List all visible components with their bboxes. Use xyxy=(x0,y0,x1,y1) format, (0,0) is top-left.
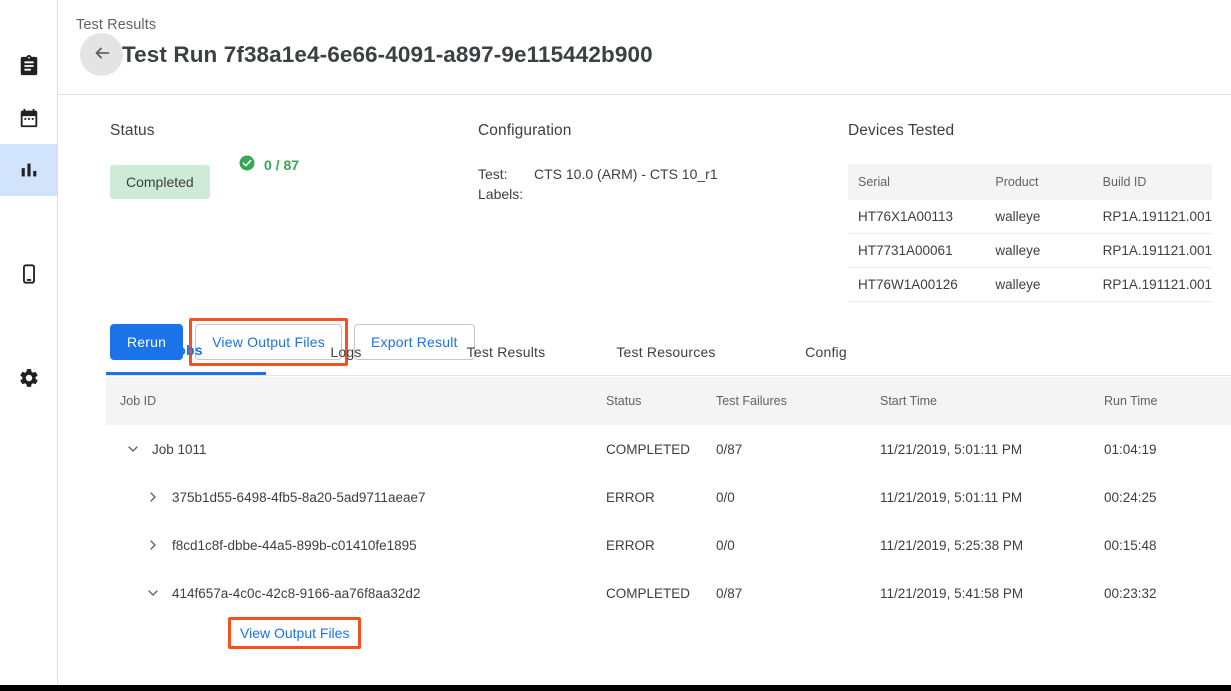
left-nav-rail xyxy=(0,0,58,685)
device-product: walleye xyxy=(985,268,1092,302)
job-test-failures: 0/87 xyxy=(716,586,880,601)
bar-chart-icon xyxy=(18,159,40,181)
chevron-down-icon[interactable] xyxy=(120,441,146,457)
row-view-output-files-link[interactable]: View Output Files xyxy=(228,617,361,649)
rail-spacer xyxy=(0,196,57,248)
table-row[interactable]: f8cd1c8f-dbbe-44a5-899b-c01410fe1895 ERR… xyxy=(106,521,1231,569)
job-status: COMPLETED xyxy=(606,586,716,601)
sidebar-item-test-runs[interactable] xyxy=(0,92,58,144)
table-row[interactable]: 375b1d55-6498-4fb5-8a20-5ad9711aeae7 ERR… xyxy=(106,473,1231,521)
bottom-bar xyxy=(0,685,1231,691)
chevron-right-icon[interactable] xyxy=(140,489,166,505)
configuration-list: Test: CTS 10.0 (ARM) - CTS 10_r1 Labels: xyxy=(478,166,718,202)
job-start-time: 11/21/2019, 5:01:11 PM xyxy=(880,442,1104,457)
devices-table-header-row: Serial Product Build ID xyxy=(848,164,1212,200)
page-header: Test Results Test Run 7f38a1e4-6e66-4091… xyxy=(58,0,1231,95)
job-run-time: 01:04:19 xyxy=(1104,442,1224,457)
devices-col-product: Product xyxy=(985,164,1092,200)
jobs-col-status: Status xyxy=(606,394,716,408)
job-test-failures: 0/0 xyxy=(716,490,880,505)
status-section: Status Completed xyxy=(110,122,210,199)
page-title: Test Run 7f38a1e4-6e66-4091-a897-9e11544… xyxy=(122,42,653,68)
highlight-box-row-view-output-files: View Output Files xyxy=(228,617,361,649)
jobs-col-job-id: Job ID xyxy=(106,394,606,408)
sidebar-item-test-results[interactable] xyxy=(0,144,58,196)
config-value-labels xyxy=(534,186,718,202)
sidebar-item-test-suites[interactable] xyxy=(0,40,58,92)
config-key-labels: Labels: xyxy=(478,186,534,202)
gear-icon xyxy=(18,367,40,389)
table-row[interactable]: 414f657a-4c0c-42c8-9166-aa76f8aa32d2 COM… xyxy=(106,569,1231,617)
jobs-table-header: Job ID Status Test Failures Start Time R… xyxy=(106,377,1231,425)
job-id-label: f8cd1c8f-dbbe-44a5-899b-c01410fe1895 xyxy=(172,538,417,553)
device-build-id: RP1A.191121.001 xyxy=(1093,234,1212,268)
device-product: walleye xyxy=(985,200,1092,234)
rail-spacer xyxy=(0,300,57,352)
tab-logs[interactable]: Logs xyxy=(266,328,426,375)
device-serial: HT76W1A00126 xyxy=(848,268,985,302)
chevron-down-icon[interactable] xyxy=(140,585,166,601)
job-start-time: 11/21/2019, 5:25:38 PM xyxy=(880,538,1104,553)
chevron-right-icon[interactable] xyxy=(140,537,166,553)
check-circle-icon xyxy=(238,154,256,175)
tab-bar: Jobs Logs Test Results Test Resources Co… xyxy=(106,328,1231,376)
tab-test-results[interactable]: Test Results xyxy=(426,328,586,375)
table-row: HT76X1A00113 walleye RP1A.191121.001 xyxy=(848,200,1212,234)
table-row[interactable]: Job 1011 COMPLETED 0/87 11/21/2019, 5:01… xyxy=(106,425,1231,473)
job-status: ERROR xyxy=(606,490,716,505)
job-start-time: 11/21/2019, 5:41:58 PM xyxy=(880,586,1104,601)
device-build-id: RP1A.191121.001 xyxy=(1093,200,1212,234)
job-start-time: 11/21/2019, 5:01:11 PM xyxy=(880,490,1104,505)
pass-count-label: 0 / 87 xyxy=(264,157,299,173)
job-status: ERROR xyxy=(606,538,716,553)
table-row: HT76W1A00126 walleye RP1A.191121.001 xyxy=(848,268,1212,302)
job-run-time: 00:15:48 xyxy=(1104,538,1224,553)
main-content: Status Completed 0 / 87 Configuration Te… xyxy=(58,96,1231,685)
config-key-test: Test: xyxy=(478,166,534,182)
breadcrumb[interactable]: Test Results xyxy=(76,17,156,33)
status-section-title: Status xyxy=(110,122,210,140)
device-product: walleye xyxy=(985,234,1092,268)
pass-count: 0 / 87 xyxy=(238,154,299,175)
devices-tested-section: Devices Tested Serial Product Build ID H… xyxy=(848,122,1212,302)
sidebar-item-devices[interactable] xyxy=(0,248,58,300)
config-value-test: CTS 10.0 (ARM) - CTS 10_r1 xyxy=(534,166,718,182)
job-test-failures: 0/0 xyxy=(716,538,880,553)
devices-section-title: Devices Tested xyxy=(848,122,1212,140)
configuration-section: Configuration Test: CTS 10.0 (ARM) - CTS… xyxy=(478,122,718,202)
arrow-left-icon xyxy=(91,42,113,67)
device-serial: HT7731A00061 xyxy=(848,234,985,268)
expanded-row-actions: View Output Files xyxy=(106,617,361,649)
jobs-col-start-time: Start Time xyxy=(880,394,1104,408)
table-row: HT7731A00061 walleye RP1A.191121.001 xyxy=(848,234,1212,268)
job-id-label: Job 1011 xyxy=(152,442,207,457)
device-build-id: RP1A.191121.001 xyxy=(1093,268,1212,302)
tab-test-resources[interactable]: Test Resources xyxy=(586,328,746,375)
device-icon xyxy=(18,263,40,285)
job-run-time: 00:23:32 xyxy=(1104,586,1224,601)
jobs-col-test-failures: Test Failures xyxy=(716,394,880,408)
job-test-failures: 0/87 xyxy=(716,442,880,457)
devices-col-serial: Serial xyxy=(848,164,985,200)
jobs-col-run-time: Run Time xyxy=(1104,394,1224,408)
status-badge: Completed xyxy=(110,165,210,199)
tab-jobs[interactable]: Jobs xyxy=(106,328,266,375)
configuration-section-title: Configuration xyxy=(478,122,718,140)
tab-config[interactable]: Config xyxy=(746,328,906,375)
back-button[interactable] xyxy=(80,33,123,76)
job-id-label: 375b1d55-6498-4fb5-8a20-5ad9711aeae7 xyxy=(172,490,425,505)
job-id-label: 414f657a-4c0c-42c8-9166-aa76f8aa32d2 xyxy=(172,586,420,601)
devices-table: Serial Product Build ID HT76X1A00113 wal… xyxy=(848,164,1212,302)
sidebar-item-settings[interactable] xyxy=(0,352,58,404)
calendar-icon xyxy=(18,107,40,129)
job-run-time: 00:24:25 xyxy=(1104,490,1224,505)
jobs-table-body: Job 1011 COMPLETED 0/87 11/21/2019, 5:01… xyxy=(106,425,1231,617)
clipboard-icon xyxy=(18,55,40,77)
job-status: COMPLETED xyxy=(606,442,716,457)
device-serial: HT76X1A00113 xyxy=(848,200,985,234)
devices-col-build-id: Build ID xyxy=(1093,164,1212,200)
app-window: Test Results Test Run 7f38a1e4-6e66-4091… xyxy=(0,0,1231,691)
